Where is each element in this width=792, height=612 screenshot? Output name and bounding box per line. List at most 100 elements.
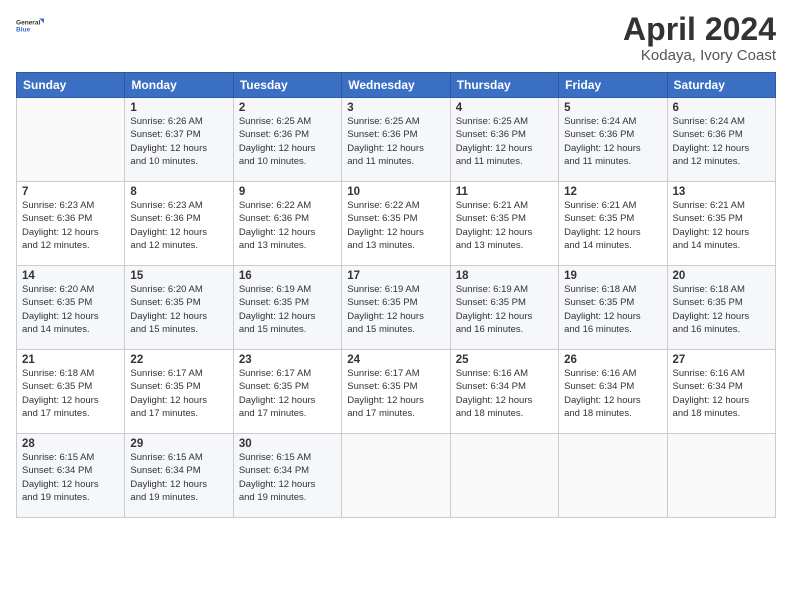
day-cell: 1Sunrise: 6:26 AMSunset: 6:37 PMDaylight… [125,98,233,182]
day-cell: 19Sunrise: 6:18 AMSunset: 6:35 PMDayligh… [559,266,667,350]
day-cell: 22Sunrise: 6:17 AMSunset: 6:35 PMDayligh… [125,350,233,434]
day-cell: 15Sunrise: 6:20 AMSunset: 6:35 PMDayligh… [125,266,233,350]
day-number: 15 [130,270,227,282]
day-number: 14 [22,270,119,282]
day-cell: 11Sunrise: 6:21 AMSunset: 6:35 PMDayligh… [450,182,558,266]
day-info: Sunrise: 6:15 AMSunset: 6:34 PMDaylight:… [22,451,119,504]
col-monday: Monday [125,73,233,98]
day-info: Sunrise: 6:20 AMSunset: 6:35 PMDaylight:… [130,283,227,336]
day-cell: 29Sunrise: 6:15 AMSunset: 6:34 PMDayligh… [125,434,233,518]
day-cell: 20Sunrise: 6:18 AMSunset: 6:35 PMDayligh… [667,266,775,350]
day-cell: 2Sunrise: 6:25 AMSunset: 6:36 PMDaylight… [233,98,341,182]
day-cell: 8Sunrise: 6:23 AMSunset: 6:36 PMDaylight… [125,182,233,266]
day-cell: 9Sunrise: 6:22 AMSunset: 6:36 PMDaylight… [233,182,341,266]
day-cell: 4Sunrise: 6:25 AMSunset: 6:36 PMDaylight… [450,98,558,182]
day-info: Sunrise: 6:23 AMSunset: 6:36 PMDaylight:… [22,199,119,252]
day-cell: 3Sunrise: 6:25 AMSunset: 6:36 PMDaylight… [342,98,450,182]
day-number: 19 [564,270,661,282]
day-info: Sunrise: 6:16 AMSunset: 6:34 PMDaylight:… [564,367,661,420]
day-cell: 25Sunrise: 6:16 AMSunset: 6:34 PMDayligh… [450,350,558,434]
day-number: 17 [347,270,444,282]
day-cell: 26Sunrise: 6:16 AMSunset: 6:34 PMDayligh… [559,350,667,434]
day-info: Sunrise: 6:17 AMSunset: 6:35 PMDaylight:… [130,367,227,420]
svg-text:General: General [16,20,40,27]
day-cell [342,434,450,518]
day-number: 2 [239,102,336,114]
header: GeneralBlue April 2024 Kodaya, Ivory Coa… [16,12,776,64]
week-row-3: 14 Sunrise: 6:20 AMSunset: 6:35 PMDayligh… [17,266,776,350]
day-number: 22 [130,354,227,366]
day-number: 28 [22,438,119,450]
day-info: Sunrise: 6:18 AMSunset: 6:35 PMDaylight:… [22,367,119,420]
day-cell: 13Sunrise: 6:21 AMSunset: 6:35 PMDayligh… [667,182,775,266]
day-cell [667,434,775,518]
calendar-table: Sunday Monday Tuesday Wednesday Thursday… [16,72,776,518]
day-info: Sunrise: 6:19 AMSunset: 6:35 PMDaylight:… [347,283,444,336]
day-number: 10 [347,186,444,198]
week-row-1: 1Sunrise: 6:26 AMSunset: 6:37 PMDaylight… [17,98,776,182]
day-info: Sunrise: 6:23 AMSunset: 6:36 PMDaylight:… [130,199,227,252]
svg-text:Blue: Blue [16,27,30,34]
day-cell [559,434,667,518]
day-number: 23 [239,354,336,366]
day-info: Sunrise: 6:19 AMSunset: 6:35 PMDaylight:… [239,283,336,336]
week-row-2: 7Sunrise: 6:23 AMSunset: 6:36 PMDaylight… [17,182,776,266]
week-row-4: 21Sunrise: 6:18 AMSunset: 6:35 PMDayligh… [17,350,776,434]
col-friday: Friday [559,73,667,98]
day-number: 29 [130,438,227,450]
day-info: Sunrise: 6:24 AMSunset: 6:36 PMDaylight:… [564,115,661,168]
day-info: Sunrise: 6:21 AMSunset: 6:35 PMDaylight:… [456,199,553,252]
day-cell: 14Sunrise: 6:20 AMSunset: 6:35 PMDayligh… [17,266,125,350]
day-info: Sunrise: 6:15 AMSunset: 6:34 PMDaylight:… [239,451,336,504]
day-number: 12 [564,186,661,198]
day-cell: 21Sunrise: 6:18 AMSunset: 6:35 PMDayligh… [17,350,125,434]
col-tuesday: Tuesday [233,73,341,98]
day-number: 11 [456,186,553,198]
day-number: 30 [239,438,336,450]
day-info: Sunrise: 6:17 AMSunset: 6:35 PMDaylight:… [239,367,336,420]
day-cell: 12Sunrise: 6:21 AMSunset: 6:35 PMDayligh… [559,182,667,266]
day-number: 6 [673,102,770,114]
day-number: 13 [673,186,770,198]
day-info: Sunrise: 6:21 AMSunset: 6:35 PMDaylight:… [564,199,661,252]
day-info: Sunrise: 6:25 AMSunset: 6:36 PMDaylight:… [456,115,553,168]
day-number: 4 [456,102,553,114]
day-info: Sunrise: 6:15 AMSunset: 6:34 PMDaylight:… [130,451,227,504]
title-block: April 2024 Kodaya, Ivory Coast [623,12,776,64]
day-info: Sunrise: 6:17 AMSunset: 6:35 PMDaylight:… [347,367,444,420]
day-number: 7 [22,186,119,198]
day-info: Sunrise: 6:18 AMSunset: 6:35 PMDaylight:… [673,283,770,336]
day-info: Sunrise: 6:16 AMSunset: 6:34 PMDaylight:… [456,367,553,420]
day-info: Sunrise: 6:25 AMSunset: 6:36 PMDaylight:… [347,115,444,168]
day-cell: 17Sunrise: 6:19 AMSunset: 6:35 PMDayligh… [342,266,450,350]
day-cell: 10Sunrise: 6:22 AMSunset: 6:35 PMDayligh… [342,182,450,266]
day-number: 27 [673,354,770,366]
day-number: 20 [673,270,770,282]
day-cell: 5Sunrise: 6:24 AMSunset: 6:36 PMDaylight… [559,98,667,182]
subtitle: Kodaya, Ivory Coast [623,47,776,64]
day-info: Sunrise: 6:26 AMSunset: 6:37 PMDaylight:… [130,115,227,168]
logo-icon: GeneralBlue [16,12,44,40]
day-info: Sunrise: 6:25 AMSunset: 6:36 PMDaylight:… [239,115,336,168]
day-cell: 23Sunrise: 6:17 AMSunset: 6:35 PMDayligh… [233,350,341,434]
day-cell: 28Sunrise: 6:15 AMSunset: 6:34 PMDayligh… [17,434,125,518]
col-saturday: Saturday [667,73,775,98]
day-info: Sunrise: 6:22 AMSunset: 6:35 PMDaylight:… [347,199,444,252]
day-cell: 18Sunrise: 6:19 AMSunset: 6:35 PMDayligh… [450,266,558,350]
day-cell: 16Sunrise: 6:19 AMSunset: 6:35 PMDayligh… [233,266,341,350]
main-title: April 2024 [623,12,776,47]
col-thursday: Thursday [450,73,558,98]
col-sunday: Sunday [17,73,125,98]
day-number: 18 [456,270,553,282]
day-number: 9 [239,186,336,198]
day-number: 8 [130,186,227,198]
day-number: 1 [130,102,227,114]
day-cell [450,434,558,518]
day-cell: 6Sunrise: 6:24 AMSunset: 6:36 PMDaylight… [667,98,775,182]
day-number: 25 [456,354,553,366]
day-info: Sunrise: 6:24 AMSunset: 6:36 PMDaylight:… [673,115,770,168]
day-number: 24 [347,354,444,366]
day-cell: 7Sunrise: 6:23 AMSunset: 6:36 PMDaylight… [17,182,125,266]
day-number: 5 [564,102,661,114]
day-number: 26 [564,354,661,366]
